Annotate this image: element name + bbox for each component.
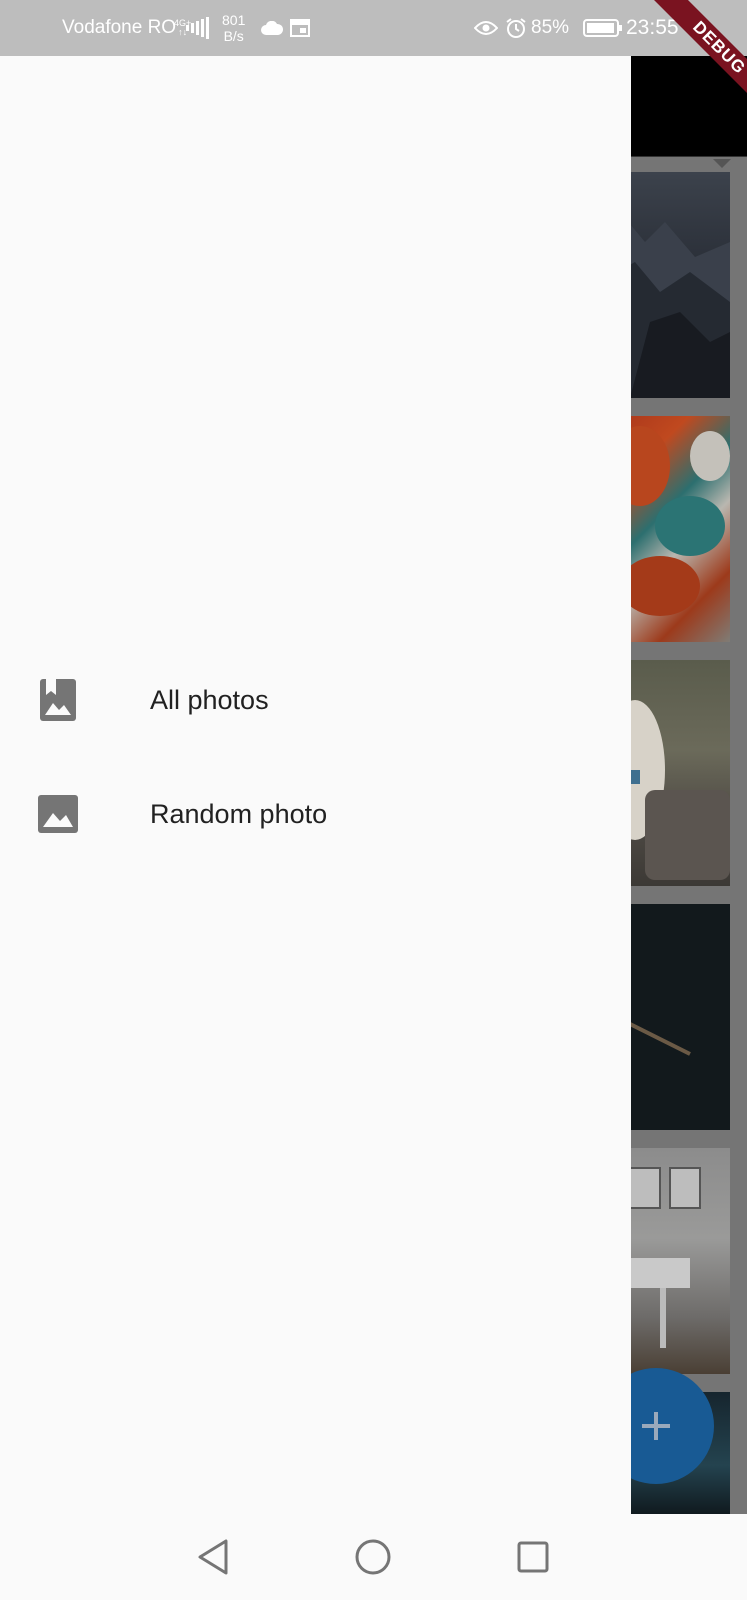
screen: est bbox=[0, 0, 747, 1600]
home-icon bbox=[355, 1539, 391, 1575]
calendar-icon bbox=[290, 0, 310, 56]
image-icon bbox=[38, 792, 78, 836]
drawer-item-all-photos[interactable]: All photos bbox=[0, 642, 631, 758]
carrier-name: Vodafone RO bbox=[62, 17, 177, 38]
eye-icon bbox=[474, 0, 498, 56]
photo-album-icon bbox=[38, 678, 78, 722]
navigation-drawer: All photos Random photo bbox=[0, 56, 631, 1514]
signal-icon bbox=[186, 0, 209, 56]
drawer-item-random-photo[interactable]: Random photo bbox=[0, 756, 631, 872]
recents-icon bbox=[517, 1541, 549, 1573]
plus-icon bbox=[642, 1412, 670, 1440]
debug-banner: DEBUG bbox=[625, 0, 747, 122]
drawer-item-label: All photos bbox=[150, 684, 269, 715]
back-button[interactable] bbox=[190, 1534, 236, 1580]
cloud-icon bbox=[261, 0, 283, 56]
chevron-down-icon[interactable] bbox=[713, 159, 731, 168]
drawer-item-label: Random photo bbox=[150, 798, 328, 829]
back-icon bbox=[198, 1539, 228, 1575]
home-button[interactable] bbox=[350, 1534, 396, 1580]
battery-percentage: 85% bbox=[531, 17, 570, 38]
recents-button[interactable] bbox=[510, 1534, 556, 1580]
network-speed: 801 B/s bbox=[222, 12, 246, 44]
alarm-icon bbox=[505, 0, 527, 56]
battery-icon bbox=[583, 0, 623, 56]
system-navigation-bar bbox=[0, 1514, 747, 1600]
debug-banner-label: DEBUG bbox=[653, 0, 747, 114]
